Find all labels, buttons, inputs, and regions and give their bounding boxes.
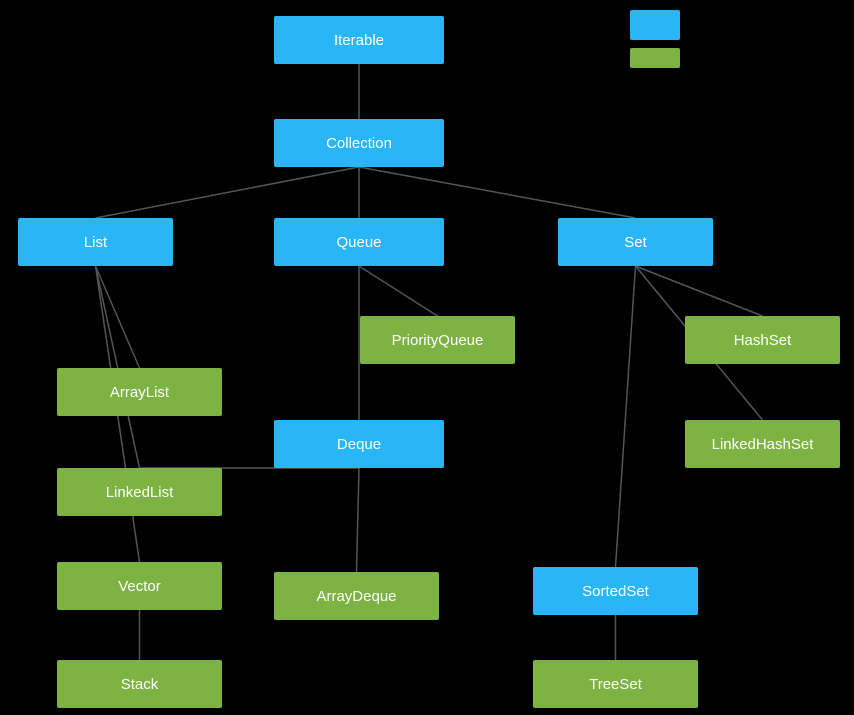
node-arraylist: ArrayList <box>57 368 222 416</box>
node-sortedset: SortedSet <box>533 567 698 615</box>
node-stack: Stack <box>57 660 222 708</box>
node-priorityqueue: PriorityQueue <box>360 316 515 364</box>
node-queue: Queue <box>274 218 444 266</box>
node-treeset: TreeSet <box>533 660 698 708</box>
node-list: List <box>18 218 173 266</box>
node-linkedhashset: LinkedHashSet <box>685 420 840 468</box>
node-vector: Vector <box>57 562 222 610</box>
node-blue-small <box>630 10 680 40</box>
node-arraydeque: ArrayDeque <box>274 572 439 620</box>
node-collection: Collection <box>274 119 444 167</box>
node-set: Set <box>558 218 713 266</box>
node-linkedlist: LinkedList <box>57 468 222 516</box>
node-green-small <box>630 48 680 68</box>
node-hashset: HashSet <box>685 316 840 364</box>
node-iterable: Iterable <box>274 16 444 64</box>
node-deque: Deque <box>274 420 444 468</box>
